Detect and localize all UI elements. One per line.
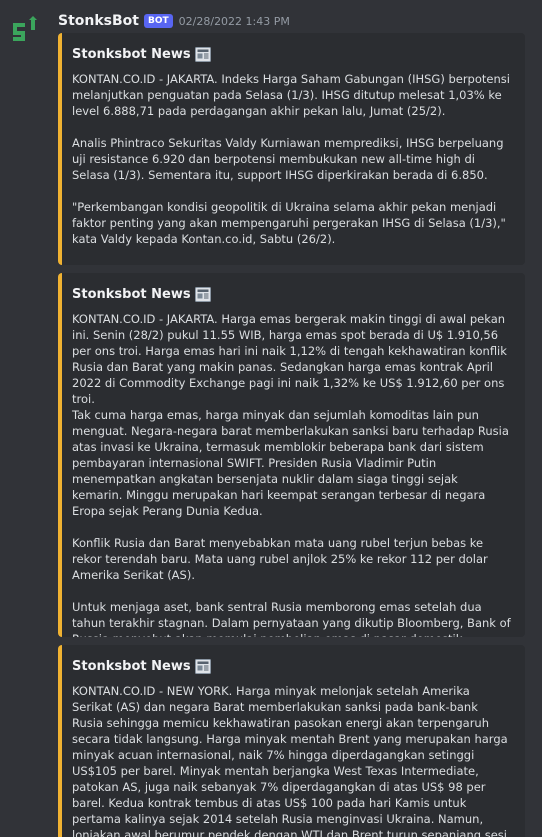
embed-paragraph: KONTAN.CO.ID - NEW YORK. Harga minyak me… [72, 684, 508, 837]
embed-paragraph: Analis Phintraco Sekuritas Valdy Kurniaw… [72, 136, 504, 182]
embed-paragraph: KONTAN.CO.ID - JAKARTA. Harga emas berge… [72, 312, 509, 518]
embed-paragraph: KONTAN.CO.ID - JAKARTA. Indeks Harga Sah… [72, 72, 510, 118]
embed-title-text: Stonksbot News [72, 659, 191, 674]
embed-paragraph: "Perkembangan kondisi geopolitik di Ukra… [72, 200, 506, 246]
bot-tag: BOT [144, 14, 173, 28]
newspaper-icon [194, 659, 211, 674]
embed-title: Stonksbot News [72, 659, 511, 674]
embed-title: Stonksbot News [72, 47, 511, 62]
embed-paragraph: Untuk menjaga aset, bank sentral Rusia m… [72, 600, 511, 637]
newspaper-icon [194, 287, 211, 302]
embed-title-text: Stonksbot News [72, 47, 191, 62]
news-embed: Stonksbot News KONTAN.CO.ID - JAKARTA. H… [58, 273, 525, 637]
news-embed: Stonksbot News KONTAN.CO.ID - NEW YORK. … [58, 645, 525, 837]
newspaper-icon [194, 47, 211, 62]
timestamp: 02/28/2022 1:43 PM [178, 14, 290, 28]
username[interactable]: StonksBot [58, 13, 139, 29]
bot-avatar[interactable] [10, 16, 40, 46]
embed-paragraph: Konflik Rusia dan Barat menyebabkan mata… [72, 536, 488, 582]
news-embed: Stonksbot News KONTAN.CO.ID - JAKARTA. I… [58, 33, 525, 265]
stonksbot-logo-icon [13, 16, 37, 41]
embed-title-text: Stonksbot News [72, 287, 191, 302]
message-header: StonksBot BOT 02/28/2022 1:43 PM [58, 11, 290, 31]
embed-title: Stonksbot News [72, 287, 511, 302]
